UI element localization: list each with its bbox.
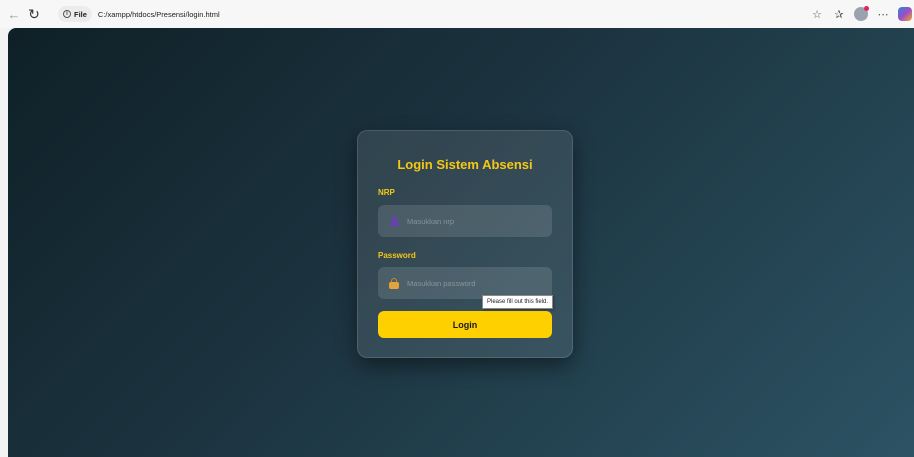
nrp-input[interactable] [400, 205, 552, 237]
favorites-icon: ✰ [834, 8, 844, 21]
toolbar-actions: ☆ ✰ ⋯ [804, 4, 914, 24]
back-button[interactable]: ← [6, 6, 22, 22]
login-card: Login Sistem Absensi NRP Password Login [357, 130, 573, 358]
copilot-icon [898, 7, 912, 21]
lock-icon [388, 277, 400, 289]
browser-toolbar: ← ↻ i File C:/xampp/htdocs/Presensi/logi… [0, 0, 914, 28]
page-viewport: Login Sistem Absensi NRP Password Login … [8, 28, 914, 457]
user-icon [388, 215, 400, 227]
site-info-button[interactable]: i File [58, 6, 92, 22]
arrow-left-icon: ← [7, 6, 21, 22]
site-info-label: File [74, 9, 87, 19]
url-text[interactable]: C:/xampp/htdocs/Presensi/login.html [98, 10, 220, 19]
nrp-label: NRP [378, 188, 395, 197]
info-icon: i [63, 10, 71, 18]
address-bar[interactable]: i File C:/xampp/htdocs/Presensi/login.ht… [58, 4, 778, 24]
reload-button[interactable]: ↻ [26, 6, 42, 22]
reload-icon: ↻ [28, 5, 40, 22]
favorite-button[interactable]: ☆ [808, 5, 826, 23]
password-label: Password [378, 251, 416, 260]
notification-dot [864, 6, 869, 11]
login-button[interactable]: Login [378, 311, 552, 338]
profile-button[interactable] [852, 5, 870, 23]
validation-tooltip: Please fill out this field. [482, 295, 554, 309]
avatar [854, 6, 869, 21]
ellipsis-icon: ⋯ [877, 8, 889, 21]
copilot-button[interactable] [896, 5, 914, 23]
favorites-bar-button[interactable]: ✰ [830, 5, 848, 23]
more-options-button[interactable]: ⋯ [874, 5, 892, 23]
login-title: Login Sistem Absensi [397, 157, 533, 172]
star-icon: ☆ [812, 8, 822, 21]
nrp-input-wrapper [378, 205, 552, 237]
